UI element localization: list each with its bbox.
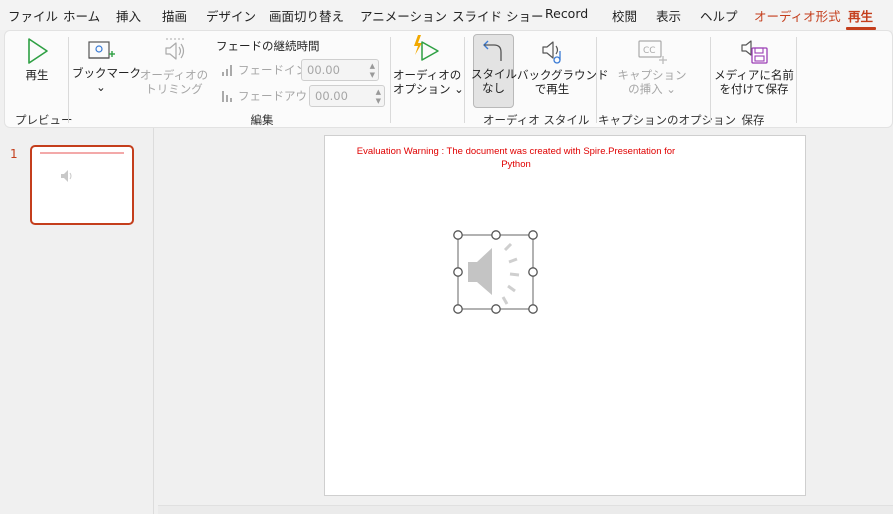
insert-caption-label-line1: キャプション xyxy=(617,68,687,82)
background-play-label-line2: で再生 xyxy=(534,82,570,96)
bookmark-label: ブックマーク xyxy=(72,66,141,80)
menu-draw[interactable]: 描画 xyxy=(162,6,187,25)
save-media-label-line2: を付けて保存 xyxy=(719,82,789,96)
warning-line-2: Python xyxy=(501,159,531,170)
insert-caption-label-line2: の挿入 ⌄ xyxy=(628,82,676,96)
menu-playback[interactable]: 再生 xyxy=(848,6,873,25)
menu-bar: ファイル ホーム 挿入 描画 デザイン 画面切り替え アニメーション スライド … xyxy=(0,0,893,30)
menu-audio-format[interactable]: オーディオ形式 xyxy=(754,6,841,25)
trim-label-line1: オーディオの xyxy=(139,68,209,82)
slide-number: 1 xyxy=(10,147,18,161)
chevron-down-icon: ⌄ xyxy=(96,80,106,94)
ribbon-separator xyxy=(68,37,69,123)
ribbon: 再生 プレビュー ブックマーク ⌄ オーディオの トリミング フェードの継続時間… xyxy=(4,30,893,128)
slide-canvas[interactable]: Evaluation Warning : The document was cr… xyxy=(324,135,806,496)
group-label-caption-options: キャプションのオプション xyxy=(598,113,736,127)
fade-in-icon xyxy=(222,65,232,76)
audio-options-button[interactable]: オーディオの オプション ⌄ xyxy=(393,34,464,96)
audio-trim-icon xyxy=(165,38,185,60)
menu-transitions[interactable]: 画面切り替え xyxy=(269,6,344,25)
thumbnail-warning-text xyxy=(40,152,124,154)
warning-line-1: Evaluation Warning : The document was cr… xyxy=(356,146,676,157)
menu-slideshow[interactable]: スライド ショー xyxy=(452,6,543,25)
no-style-label-line2: なし xyxy=(482,81,505,95)
svg-text:CC: CC xyxy=(643,46,656,56)
speaker-icon xyxy=(468,242,520,305)
audio-object[interactable] xyxy=(445,222,545,322)
fade-out-icon xyxy=(222,91,232,102)
menu-insert[interactable]: 挿入 xyxy=(116,6,141,25)
lightning-play-icon xyxy=(414,35,439,61)
spin-up-icon[interactable]: ▲ xyxy=(370,63,375,70)
horizontal-scrollbar[interactable] xyxy=(158,505,893,514)
spin-up-icon[interactable]: ▲ xyxy=(376,89,381,96)
ribbon-separator xyxy=(796,37,797,123)
play-button[interactable]: 再生 xyxy=(19,36,55,82)
fade-in-input[interactable]: 00.00 ▲ ▼ xyxy=(301,59,379,81)
menu-view[interactable]: 表示 xyxy=(656,6,681,25)
trim-label-line2: トリミング xyxy=(145,82,203,96)
ribbon-separator xyxy=(464,37,465,123)
group-label-edit: 編集 xyxy=(250,113,274,127)
menu-design[interactable]: デザイン xyxy=(206,6,256,25)
audio-options-label-line2: オプション ⌄ xyxy=(393,82,464,96)
group-label-audio-style: オーディオ スタイル xyxy=(483,113,590,127)
menu-home[interactable]: ホーム xyxy=(63,6,100,25)
menu-record[interactable]: Record xyxy=(545,6,588,21)
selection-handles xyxy=(453,230,538,314)
play-icon xyxy=(28,38,48,64)
fade-out-input[interactable]: 00.00 ▲ ▼ xyxy=(309,85,385,107)
slide-thumbnail[interactable] xyxy=(30,145,134,225)
menu-animations[interactable]: アニメーション xyxy=(360,6,447,25)
no-style-button[interactable]: スタイル なし xyxy=(471,35,517,95)
audio-options-label-line1: オーディオの xyxy=(393,68,462,82)
ribbon-separator xyxy=(710,37,711,123)
thumbnail-speaker-icon xyxy=(61,170,72,182)
background-play-label-line1: バックグラウンド xyxy=(517,68,609,82)
fade-duration-title: フェードの継続時間 xyxy=(216,39,320,53)
no-style-label-line1: スタイル xyxy=(471,67,517,81)
menu-review[interactable]: 校閲 xyxy=(612,6,637,25)
menu-help[interactable]: ヘルプ xyxy=(700,6,738,25)
save-media-label-line1: メディアに名前 xyxy=(714,68,794,82)
spin-down-icon[interactable]: ▼ xyxy=(370,72,375,79)
evaluation-warning: Evaluation Warning : The document was cr… xyxy=(325,145,707,171)
background-play-button[interactable]: バックグラウンド で再生 xyxy=(517,36,609,96)
save-media-icon xyxy=(741,40,768,64)
bookmark-icon xyxy=(88,41,115,59)
ribbon-separator xyxy=(596,37,597,123)
background-speaker-icon xyxy=(542,41,561,64)
play-label: 再生 xyxy=(25,68,49,82)
bookmark-button[interactable]: ブックマーク ⌄ xyxy=(72,36,141,94)
group-label-preview: プレビュー xyxy=(15,113,73,127)
ribbon-separator xyxy=(390,37,391,123)
closed-caption-icon: CC xyxy=(638,40,667,64)
trim-audio-button[interactable]: オーディオの トリミング xyxy=(139,36,209,96)
undo-arrow-icon xyxy=(482,40,502,61)
save-media-button[interactable]: メディアに名前 を付けて保存 xyxy=(713,36,795,96)
fade-in-value: 00.00 xyxy=(307,63,340,77)
fade-out-value: 00.00 xyxy=(315,89,348,103)
menu-file[interactable]: ファイル xyxy=(8,6,58,25)
group-label-save: 保存 xyxy=(741,113,765,127)
spin-down-icon[interactable]: ▼ xyxy=(376,98,381,105)
insert-caption-button[interactable]: CC キャプション の挿入 ⌄ xyxy=(617,36,687,96)
fade-in-label: フェードイン: xyxy=(238,63,311,77)
